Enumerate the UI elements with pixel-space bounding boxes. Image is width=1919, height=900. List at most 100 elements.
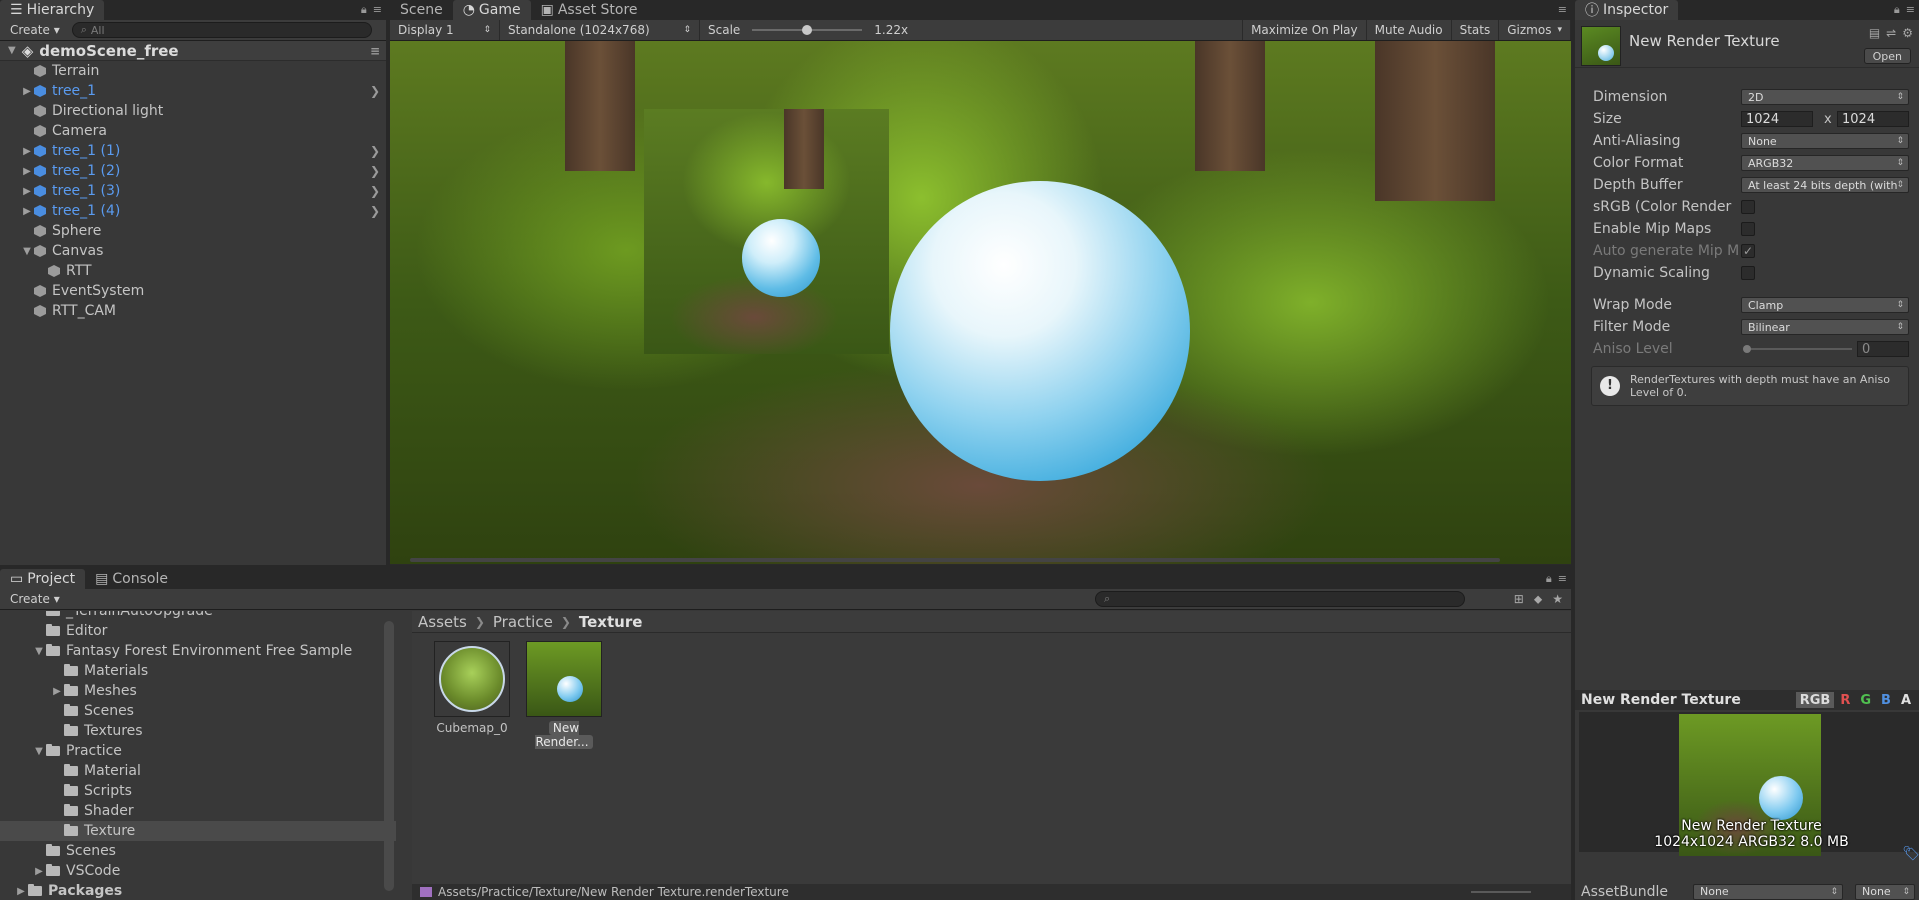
folder-tree-scrollbar[interactable]	[384, 621, 394, 891]
chevron-right-icon[interactable]: ▶	[20, 206, 34, 217]
scene-root[interactable]: ▼ ◈ demoScene_free ≡	[0, 41, 386, 61]
breadcrumb-texture[interactable]: Texture	[579, 613, 643, 631]
chevron-right-icon[interactable]: ▶	[14, 886, 28, 897]
hierarchy-item[interactable]: ▶ tree_1 (3) ❯	[0, 181, 386, 201]
aniso-level-slider[interactable]	[1747, 348, 1852, 350]
tab-console[interactable]: ▤ Console	[85, 569, 178, 589]
folder-tree-item[interactable]: ▼ Practice	[0, 741, 396, 761]
hierarchy-item[interactable]: RTT	[0, 261, 386, 281]
icon-size-slider[interactable]	[1471, 891, 1531, 893]
menu-icon[interactable]: ≡	[1558, 572, 1567, 586]
favorite-star-icon[interactable]: ★	[1552, 592, 1563, 607]
asset-cubemap[interactable]: Cubemap_0	[432, 641, 512, 735]
prefab-open-chevron-icon[interactable]: ❯	[370, 84, 380, 98]
anti-aliasing-dropdown[interactable]: None	[1741, 133, 1909, 149]
filter-by-label-icon[interactable]: ⬥	[1534, 592, 1542, 607]
open-button[interactable]: Open	[1863, 48, 1911, 64]
chevron-right-icon[interactable]: ▶	[20, 86, 34, 97]
folder-tree-item[interactable]: Scenes	[0, 701, 396, 721]
tab-inspector[interactable]: ⓘ Inspector	[1575, 0, 1679, 20]
folder-tree-item[interactable]: ▼ Fantasy Forest Environment Free Sample	[0, 641, 396, 661]
game-viewport[interactable]	[390, 41, 1571, 564]
asset-render-texture[interactable]: New Render...	[524, 641, 604, 749]
display-dropdown[interactable]: Display 1 ⇕	[390, 20, 500, 40]
dynamic-scaling-checkbox[interactable]	[1741, 266, 1755, 280]
prefab-open-chevron-icon[interactable]: ❯	[370, 184, 380, 198]
resolution-dropdown[interactable]: Standalone (1024x768) ⇕	[500, 20, 700, 40]
hierarchy-item[interactable]: ▶ tree_1 ❯	[0, 81, 386, 101]
channel-rgb[interactable]: RGB	[1795, 692, 1835, 708]
hierarchy-item[interactable]: Camera	[0, 121, 386, 141]
prefab-open-chevron-icon[interactable]: ❯	[370, 164, 380, 178]
folder-tree-item[interactable]: Materials	[0, 661, 396, 681]
tab-hierarchy[interactable]: ☰ Hierarchy	[0, 0, 105, 20]
chevron-down-icon[interactable]: ▼	[32, 646, 46, 657]
chevron-right-icon[interactable]: ▶	[20, 186, 34, 197]
aniso-level-slider-knob[interactable]	[1743, 345, 1751, 353]
chevron-down-icon[interactable]: ▼	[8, 45, 16, 56]
hierarchy-item[interactable]: ▼ Canvas	[0, 241, 386, 261]
tab-game[interactable]: ◔ Game	[452, 0, 531, 20]
stats-toggle[interactable]: Stats	[1452, 20, 1500, 40]
folder-tree-item[interactable]: _TerrainAutoUpgrade	[0, 611, 396, 621]
folder-tree-item[interactable]: Textures	[0, 721, 396, 741]
auto-mip-checkbox[interactable]: ✓	[1741, 244, 1755, 258]
scale-slider[interactable]	[752, 25, 863, 35]
tab-project[interactable]: ▭ Project	[0, 569, 86, 589]
color-format-dropdown[interactable]: ARGB32	[1741, 155, 1909, 171]
depth-buffer-dropdown[interactable]: At least 24 bits depth (with	[1741, 177, 1909, 193]
assetbundle-dropdown[interactable]: None	[1693, 883, 1843, 900]
hierarchy-item[interactable]: EventSystem	[0, 281, 386, 301]
hierarchy-item[interactable]: ▶ tree_1 (4) ❯	[0, 201, 386, 221]
folder-tree-item[interactable]: ▶ Packages	[0, 881, 396, 900]
chevron-right-icon[interactable]: ▶	[20, 146, 34, 157]
channel-a[interactable]: A	[1897, 692, 1915, 708]
menu-icon[interactable]: ≡	[373, 3, 382, 17]
assetbundle-variant-dropdown[interactable]: None	[1855, 883, 1915, 900]
prefab-open-chevron-icon[interactable]: ❯	[370, 144, 380, 158]
mute-audio-toggle[interactable]: Mute Audio	[1367, 20, 1452, 40]
hierarchy-item[interactable]: ▶ tree_1 (1) ❯	[0, 141, 386, 161]
folder-tree-item[interactable]: Shader	[0, 801, 396, 821]
chevron-down-icon[interactable]: ▼	[32, 746, 46, 757]
gizmos-dropdown[interactable]: Gizmos ▾	[1499, 20, 1571, 40]
breadcrumb-assets[interactable]: Assets	[418, 613, 467, 631]
lock-icon[interactable]: 🔒︎	[361, 3, 367, 17]
chevron-right-icon[interactable]: ▶	[32, 866, 46, 877]
channel-b[interactable]: B	[1877, 692, 1895, 708]
label-tag-icon[interactable]: 🏷︎	[1902, 846, 1919, 862]
size-width-field[interactable]: 1024	[1741, 111, 1813, 127]
scale-slider-knob[interactable]	[802, 25, 813, 35]
hierarchy-search-input[interactable]: ⌕ All	[71, 22, 372, 38]
folder-tree-item[interactable]: Scripts	[0, 781, 396, 801]
maximize-on-play-toggle[interactable]: Maximize On Play	[1242, 20, 1367, 40]
preset-icon[interactable]: ⇌	[1886, 26, 1896, 40]
size-height-field[interactable]: 1024	[1837, 111, 1909, 127]
hierarchy-item[interactable]: Terrain	[0, 61, 386, 81]
folder-tree-item[interactable]: Editor	[0, 621, 396, 641]
folder-tree-item[interactable]: Scenes	[0, 841, 396, 861]
lock-icon[interactable]: 🔒︎	[1894, 3, 1900, 17]
help-book-icon[interactable]: ▤	[1869, 26, 1880, 40]
project-search-input[interactable]: ⌕	[1095, 591, 1465, 607]
viewport-scrollbar[interactable]	[410, 558, 1500, 562]
project-create-dropdown[interactable]: Create ▾	[6, 592, 64, 606]
hierarchy-item[interactable]: RTT_CAM	[0, 301, 386, 321]
filter-by-type-icon[interactable]: ⊞	[1514, 592, 1524, 607]
hierarchy-item[interactable]: Sphere	[0, 221, 386, 241]
chevron-right-icon[interactable]: ▶	[20, 166, 34, 177]
folder-tree-item[interactable]: ▶ VSCode	[0, 861, 396, 881]
prefab-open-chevron-icon[interactable]: ❯	[370, 204, 380, 218]
menu-icon[interactable]: ≡	[1558, 3, 1567, 16]
chevron-down-icon[interactable]: ▼	[20, 246, 34, 257]
scene-menu-icon[interactable]: ≡	[370, 44, 380, 58]
channel-r[interactable]: R	[1836, 692, 1854, 708]
srgb-checkbox[interactable]	[1741, 200, 1755, 214]
hierarchy-item[interactable]: ▶ tree_1 (2) ❯	[0, 161, 386, 181]
folder-tree-item[interactable]: ▶ Meshes	[0, 681, 396, 701]
channel-g[interactable]: G	[1856, 692, 1875, 708]
dimension-dropdown[interactable]: 2D	[1741, 89, 1909, 105]
wrap-mode-dropdown[interactable]: Clamp	[1741, 297, 1909, 313]
lock-icon[interactable]: 🔒︎	[1546, 572, 1552, 586]
folder-tree-item[interactable]: Texture	[0, 821, 396, 841]
